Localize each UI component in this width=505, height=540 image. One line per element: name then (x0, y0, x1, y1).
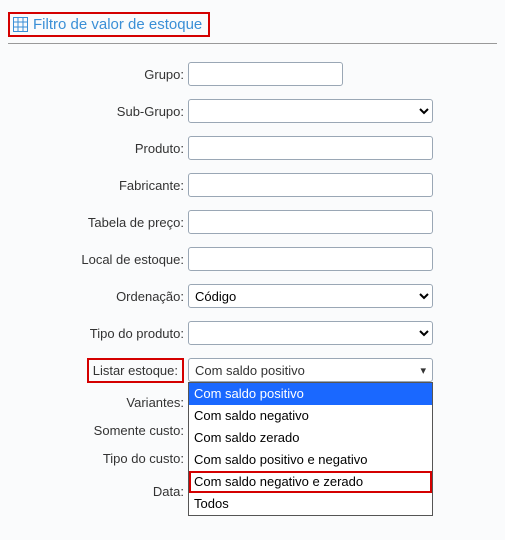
row-tabela-preco: Tabela de preço: (18, 210, 497, 234)
filter-form: Grupo: Sub-Grupo: Produto: Fabricante: T… (18, 62, 497, 503)
label-fabricante: Fabricante: (18, 178, 188, 193)
option[interactable]: Todos (189, 493, 432, 515)
grid-icon (13, 17, 28, 32)
row-grupo: Grupo: (18, 62, 497, 86)
option[interactable]: Com saldo negativo (189, 405, 432, 427)
select-subgrupo[interactable] (188, 99, 433, 123)
row-ordenacao: Ordenação: Código (18, 284, 497, 308)
label-wrap-listar-estoque: Listar estoque: (18, 363, 188, 378)
input-local-estoque[interactable] (188, 247, 433, 271)
input-grupo[interactable] (188, 62, 343, 86)
select-listar-estoque-button[interactable]: Com saldo positivo ▾ (188, 358, 433, 382)
select-listar-estoque-value: Com saldo positivo (195, 363, 305, 378)
label-subgrupo: Sub-Grupo: (18, 104, 188, 119)
label-tabela-preco: Tabela de preço: (18, 215, 188, 230)
row-produto: Produto: (18, 136, 497, 160)
option[interactable]: Com saldo negativo e zerado (189, 471, 432, 493)
label-somente-custo: Somente custo: (18, 423, 188, 438)
option[interactable]: Com saldo positivo e negativo (189, 449, 432, 471)
input-tabela-preco[interactable] (188, 210, 433, 234)
select-listar-estoque[interactable]: Com saldo positivo ▾ Com saldo positivo … (188, 358, 433, 382)
option[interactable]: Com saldo zerado (189, 427, 432, 449)
row-subgrupo: Sub-Grupo: (18, 99, 497, 123)
label-tipo-produto: Tipo do produto: (18, 326, 188, 341)
input-produto[interactable] (188, 136, 433, 160)
page-title: Filtro de valor de estoque (33, 16, 202, 33)
row-local-estoque: Local de estoque: (18, 247, 497, 271)
label-tipo-custo: Tipo do custo: (18, 451, 188, 466)
select-tipo-produto[interactable] (188, 321, 433, 345)
option[interactable]: Com saldo positivo (189, 383, 432, 405)
row-fabricante: Fabricante: (18, 173, 497, 197)
row-listar-estoque: Listar estoque: Com saldo positivo ▾ Com… (18, 358, 497, 382)
select-ordenacao[interactable]: Código (188, 284, 433, 308)
input-fabricante[interactable] (188, 173, 433, 197)
select-listar-estoque-listbox: Com saldo positivo Com saldo negativo Co… (188, 382, 433, 516)
page-header: Filtro de valor de estoque (8, 12, 210, 37)
label-variantes: Variantes: (18, 395, 188, 410)
divider (8, 43, 497, 44)
label-listar-estoque: Listar estoque: (87, 358, 184, 383)
label-ordenacao: Ordenação: (18, 289, 188, 304)
label-grupo: Grupo: (18, 67, 188, 82)
label-produto: Produto: (18, 141, 188, 156)
chevron-down-icon: ▾ (420, 364, 426, 377)
row-tipo-produto: Tipo do produto: (18, 321, 497, 345)
label-data: Data: (18, 484, 188, 499)
label-local-estoque: Local de estoque: (18, 252, 188, 267)
